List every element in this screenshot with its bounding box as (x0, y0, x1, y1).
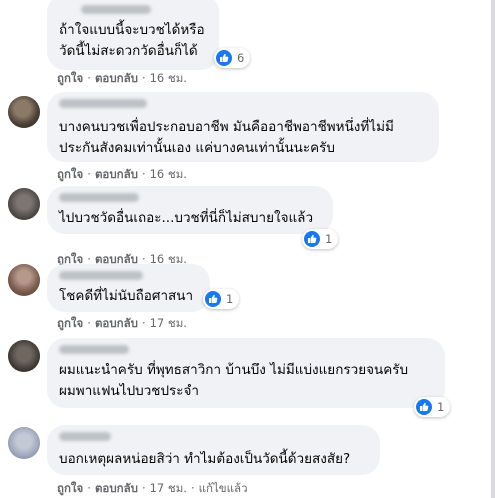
comment-author-blurred (59, 99, 147, 108)
comment-text-line: ผมพาแฟนไปบวชประจำ (59, 383, 200, 399)
like-link[interactable]: ถูกใจ (57, 315, 83, 333)
reaction-count-number: 1 (226, 292, 234, 306)
reaction-count-number: 6 (237, 51, 245, 65)
comment-bubble: โชคดีที่ไม่นับถือศาสนา (47, 264, 210, 312)
separator-dot: · (141, 316, 146, 330)
thumbs-up-icon (304, 231, 320, 247)
separator-dot: · (87, 71, 91, 85)
avatar[interactable] (8, 96, 40, 128)
comment-bubble: ถ้าใจแบบนี้จะบวชได้หรือ วัดนี้ไม่สะดวกวั… (47, 0, 219, 70)
avatar[interactable] (8, 340, 40, 372)
comment-actions: ถูกใจ · ตอบกลับ · 16 ชม. (57, 70, 187, 88)
comment-text-line: วัดนี้ไม่สะดวกวัดอื่นก็ได้ (59, 43, 198, 59)
avatar[interactable] (8, 264, 40, 296)
reply-link[interactable]: ตอบกลับ (95, 315, 138, 333)
scrollbar-edge (491, 0, 495, 498)
comment-author-blurred (59, 193, 139, 202)
edited-label[interactable]: แก้ไขแล้ว (199, 480, 248, 498)
reply-link[interactable]: ตอบกลับ (95, 70, 138, 88)
separator-dot: · (141, 71, 146, 85)
comment-text-line: ไปบวชวัดอื่นเถอะ...บวชที่นี่ก็ไม่สบายใจแ… (59, 210, 314, 226)
separator-dot: · (141, 481, 146, 495)
comment-author-blurred (59, 345, 129, 354)
comment-text-line: ประกันสังคมเท่านั้นเอง แค่บางคนเท่านั้นน… (59, 140, 336, 156)
reply-link[interactable]: ตอบกลับ (95, 480, 138, 498)
comment-author-blurred (59, 271, 143, 280)
separator-dot: · (87, 167, 91, 181)
reaction-count[interactable]: 1 (302, 229, 339, 249)
comment-time[interactable]: 17 ชม. (150, 315, 187, 333)
comment-time[interactable]: 16 ชม. (150, 166, 187, 184)
comment-actions: ถูกใจ · ตอบกลับ · 17 ชม. (57, 315, 187, 333)
separator-dot: · (87, 481, 91, 495)
reaction-count[interactable]: 6 (214, 48, 251, 68)
reaction-count[interactable]: 1 (414, 397, 451, 417)
like-link[interactable]: ถูกใจ (57, 70, 83, 88)
reaction-count-number: 1 (325, 232, 333, 246)
thumbs-up-icon (216, 50, 232, 66)
comment-bubble: บางคนบวชเพื่อประกอบอาชีพ มันคืออาชีพอาชี… (47, 92, 439, 162)
like-link[interactable]: ถูกใจ (57, 166, 83, 184)
comment-actions: ถูกใจ · ตอบกลับ · 16 ชม. (57, 166, 187, 184)
thumbs-up-icon (205, 291, 221, 307)
comment-time[interactable]: 16 ชม. (150, 70, 187, 88)
separator-dot: · (141, 167, 146, 181)
separator-dot: · (190, 481, 195, 495)
avatar[interactable] (8, 427, 40, 459)
comment-text-line: ผมแนะนำครับ ที่พุทธสาวิกา บ้านบึง ไม่มีแ… (59, 362, 409, 378)
reaction-count-number: 1 (437, 400, 445, 414)
comment-time[interactable]: 17 ชม. (150, 480, 187, 498)
comment-text-line: บางคนบวชเพื่อประกอบอาชีพ มันคืออาชีพอาชี… (59, 119, 394, 135)
avatar[interactable] (8, 188, 40, 220)
comment-actions: ถูกใจ · ตอบกลับ · 17 ชม. · แก้ไขแล้ว (57, 480, 248, 498)
comment-author-blurred (59, 432, 111, 441)
comment-bubble: ไปบวชวัดอื่นเถอะ...บวชที่นี่ก็ไม่สบายใจแ… (47, 186, 333, 234)
like-link[interactable]: ถูกใจ (57, 480, 83, 498)
reaction-count[interactable]: 1 (203, 289, 240, 309)
comment-author-blurred (81, 5, 151, 14)
comment-text-line: โชคดีที่ไม่นับถือศาสนา (59, 288, 194, 304)
separator-dot: · (87, 316, 91, 330)
comment-bubble: บอกเหตุผลหน่อยสิว่า ทำไมต้องเป็นวัดนี้ด้… (47, 425, 380, 475)
thumbs-up-icon (416, 399, 432, 415)
reply-link[interactable]: ตอบกลับ (95, 166, 138, 184)
comment-bubble: ผมแนะนำครับ ที่พุทธสาวิกา บ้านบึง ไม่มีแ… (47, 338, 445, 408)
comment-text-line: บอกเหตุผลหน่อยสิว่า ทำไมต้องเป็นวัดนี้ด้… (59, 451, 351, 467)
comment-text-line: ถ้าใจแบบนี้จะบวชได้หรือ (59, 22, 205, 38)
